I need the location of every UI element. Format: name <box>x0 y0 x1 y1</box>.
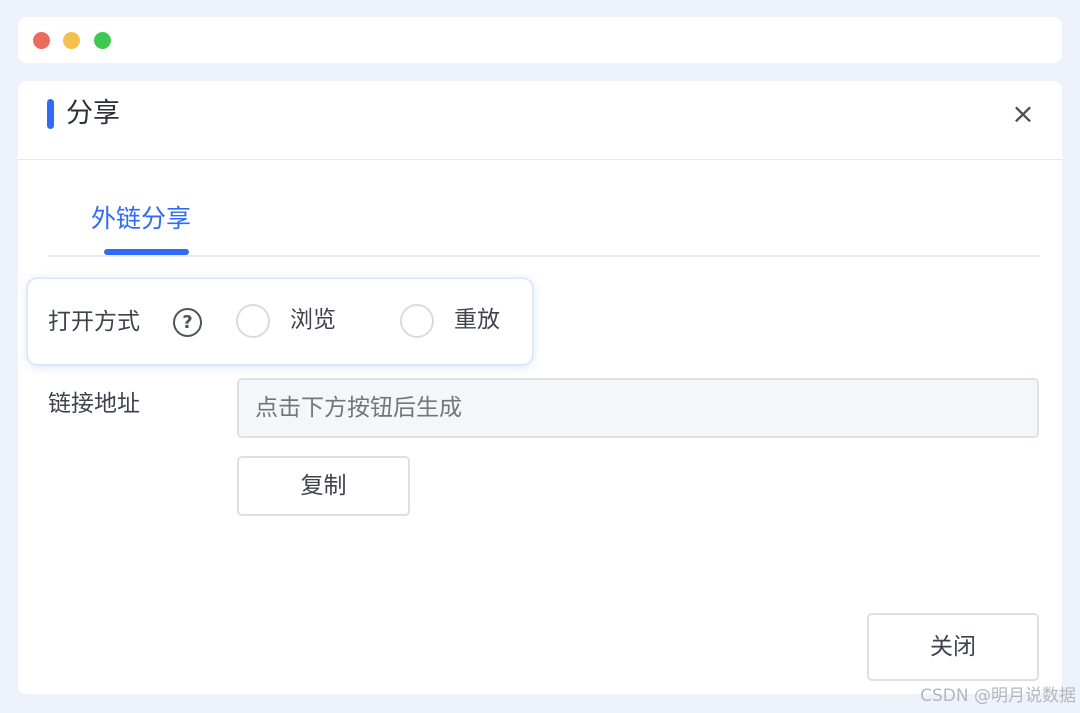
tab-bar: 外链分享 <box>48 191 1040 257</box>
radio-replay-label[interactable]: 重放 <box>454 304 500 336</box>
dialog-header: 分享 × <box>18 81 1062 160</box>
window-minimize-dot[interactable] <box>63 32 80 49</box>
radio-browse[interactable] <box>236 304 270 338</box>
radio-replay[interactable] <box>400 304 434 338</box>
active-tab-indicator <box>104 249 189 255</box>
dialog-title: 分享 <box>66 98 120 129</box>
open-mode-group: 打开方式 ? 浏览 重放 <box>28 279 532 364</box>
open-mode-label: 打开方式 <box>48 309 140 335</box>
close-icon[interactable]: × <box>1010 100 1036 128</box>
share-dialog: 分享 × 外链分享 打开方式 ? 浏览 重放 链接地址 复制 关闭 <box>18 81 1062 694</box>
window-titlebar <box>18 17 1062 63</box>
help-icon[interactable]: ? <box>173 308 202 337</box>
link-address-label: 链接地址 <box>48 391 140 417</box>
watermark: CSDN @明月说数据 <box>920 686 1076 706</box>
close-button[interactable]: 关闭 <box>867 613 1039 681</box>
radio-browse-label[interactable]: 浏览 <box>290 304 336 336</box>
link-address-input[interactable] <box>237 378 1039 438</box>
window-close-dot[interactable] <box>33 32 50 49</box>
window-maximize-dot[interactable] <box>94 32 111 49</box>
copy-button[interactable]: 复制 <box>237 456 410 516</box>
title-accent-bar <box>47 99 54 129</box>
tab-external-share[interactable]: 外链分享 <box>91 201 191 237</box>
